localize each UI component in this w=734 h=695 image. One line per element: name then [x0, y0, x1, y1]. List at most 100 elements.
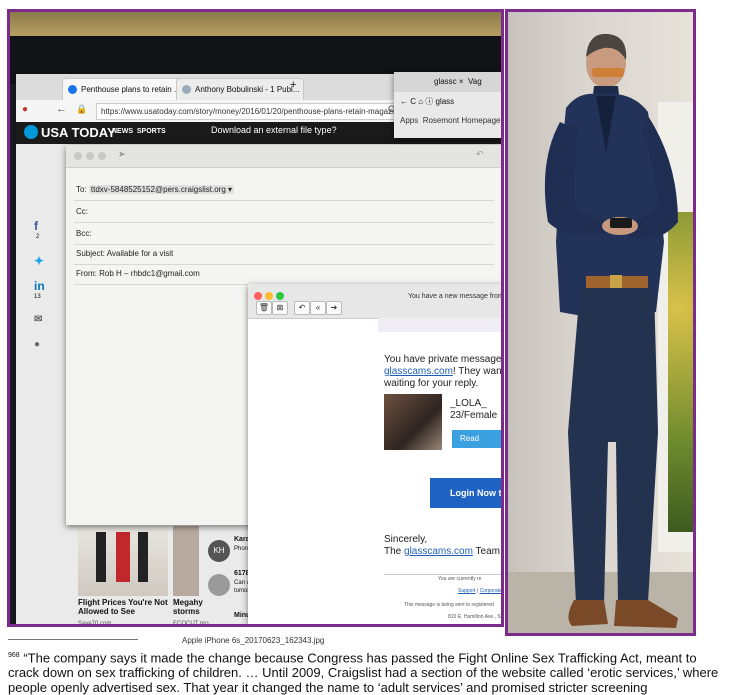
contact-avatar-2 — [208, 574, 230, 596]
fine-print-1: You are currently re — [438, 576, 482, 582]
message-line-2: glasscams.com! They want to g — [384, 366, 504, 377]
footnote-text: “The company says it made the change bec… — [8, 650, 719, 695]
second-browser-window: glassc × Vag ← C ⌂ ⓘ glass Apps Rosemont… — [394, 72, 501, 138]
second-address-bar: ← C ⌂ ⓘ glass — [400, 97, 455, 106]
nav-sports[interactable]: SPORTS — [137, 128, 166, 135]
bookmark-rosemont[interactable]: Rosemont Homepage — [423, 116, 501, 125]
email-icon[interactable]: ✉ — [34, 314, 42, 325]
footnote-rule — [8, 639, 138, 640]
mail-message-window: 🗑 ⊠ ↶ « ➔ You have a new message from Yo… — [248, 284, 504, 624]
ad-headline[interactable]: Flight Prices You're Not Allowed to See — [78, 598, 170, 616]
linkedin-count: 13 — [34, 294, 41, 300]
message-toolbar: 🗑 ⊠ ↶ « ➔ You have a new message from — [248, 284, 501, 319]
forward-icon[interactable]: ➔ — [326, 301, 342, 315]
zoom-light-icon[interactable] — [276, 292, 284, 300]
ad-figure — [96, 532, 106, 582]
facebook-count: 2 — [36, 234, 40, 240]
zoom-light-icon[interactable] — [98, 152, 106, 160]
from-label: From: — [76, 269, 97, 278]
usatoday-dot-icon — [24, 125, 38, 139]
compose-toolbar: ➤ ↶ — [66, 145, 501, 168]
fine-print-2: Support | Corporate — [458, 588, 502, 594]
signature-link[interactable]: glasscams.com — [404, 546, 473, 557]
fine-print-4: 810 E. Hamilton Ave., Si — [448, 614, 502, 620]
tab-label: Anthony Bobulinski - 1 Publ... — [195, 85, 300, 94]
ad-image-2[interactable] — [173, 526, 199, 596]
bookmark-apps[interactable]: Apps — [400, 116, 418, 125]
person-photo — [505, 9, 696, 636]
nav-news[interactable]: NEWS — [112, 128, 133, 135]
ad-source-2: ECOCUT pro — [173, 621, 209, 627]
usatoday-nav: NEWS SPORTS — [112, 128, 166, 135]
photo-caption: Apple iPhone 6s_20170623_162343.jpg — [182, 636, 325, 645]
twitter-icon[interactable]: ✦ — [34, 254, 44, 268]
person-figure — [544, 33, 678, 628]
from-value: Rob H – rhbdc1@gmail.com — [99, 269, 200, 278]
bcc-field[interactable]: Bcc: — [76, 229, 92, 238]
junk-icon[interactable]: ⊠ — [272, 301, 288, 315]
trash-icon[interactable]: 🗑 — [256, 301, 272, 315]
ad-headline-2[interactable]: Megahy storms — [173, 598, 203, 616]
address-bar[interactable]: https://www.usatoday.com/story/money/201… — [96, 103, 402, 120]
tab-favicon-icon — [68, 85, 77, 94]
message-line-2-rest: ! They want to g — [452, 366, 504, 377]
footnote: 968 “The company says it made the change… — [8, 648, 728, 695]
read-message-button[interactable]: Read Messag — [452, 430, 501, 461]
minimize-light-icon[interactable] — [86, 152, 94, 160]
ad-source: Save70.com — [78, 621, 112, 627]
reply-icon[interactable]: ↶ — [476, 149, 484, 160]
from-field[interactable]: From: Rob H – rhbdc1@gmail.com — [76, 269, 200, 278]
lock-icon: 🔒 — [76, 104, 88, 114]
divider — [384, 574, 501, 575]
tab-favicon-icon — [182, 85, 191, 94]
signature-suffix: Team — [475, 546, 500, 557]
profile-photo[interactable] — [384, 394, 442, 450]
login-button[interactable]: Login Now to R — [430, 478, 501, 508]
message-banner — [378, 318, 501, 332]
second-tab-1[interactable]: glassc — [434, 77, 457, 86]
subject-field[interactable]: Subject: Available for a visit — [76, 249, 173, 258]
bookmarks-bar: Apps Rosemont Homepage — [394, 112, 501, 130]
message-body: You have private messages wa glasscams.c… — [248, 318, 504, 624]
close-light-icon[interactable] — [254, 292, 262, 300]
download-prompt: Download an external file type? — [211, 125, 337, 135]
ad-image[interactable] — [78, 526, 168, 596]
support-link[interactable]: Support — [458, 588, 476, 594]
second-tabbar: glassc × Vag — [394, 72, 501, 92]
tab-label: Penthouse plans to retain ... — [81, 85, 181, 94]
minimize-light-icon[interactable] — [265, 292, 273, 300]
new-tab-button[interactable]: + — [290, 79, 296, 91]
divider — [74, 244, 494, 245]
linkedin-icon[interactable]: in — [34, 279, 45, 293]
close-light-icon[interactable] — [74, 152, 82, 160]
divider — [74, 264, 494, 265]
cc-field[interactable]: Cc: — [76, 207, 88, 216]
to-label: To: — [76, 185, 87, 194]
corporate-link[interactable]: Corporate — [480, 588, 501, 594]
second-url[interactable]: glass — [436, 97, 455, 106]
glasscams-link[interactable]: glasscams.com — [384, 366, 453, 377]
screen-photo: Penthouse plans to retain ... Anthony Bo… — [7, 9, 504, 627]
signature: The glasscams.com Team — [384, 546, 500, 557]
to-field[interactable]: To: ttdxv-5848525152@pers.craigslist.org… — [76, 185, 235, 194]
reply-icon[interactable]: ↶ — [294, 301, 310, 315]
subject-label: Subject: — [76, 249, 105, 258]
divider — [74, 222, 494, 223]
second-tab-2[interactable]: Vag — [468, 77, 482, 86]
browser-tab-penthouse[interactable]: Penthouse plans to retain ... — [62, 78, 192, 101]
to-recipient: ttdxv-5848525152@pers.craigslist.org — [90, 185, 226, 194]
back-arrow-icon[interactable]: ← — [56, 103, 67, 115]
to-recipient-chip[interactable]: ttdxv-5848525152@pers.craigslist.org ▾ — [88, 185, 235, 194]
divider — [74, 200, 494, 201]
facebook-icon[interactable]: f — [34, 219, 38, 233]
usatoday-logo[interactable]: USA TODAY — [24, 125, 116, 140]
browser-tab-anthony[interactable]: Anthony Bobulinski - 1 Publ... — [176, 78, 304, 101]
contact-avatar: KH — [208, 540, 230, 562]
subject-value: Available for a visit — [106, 249, 174, 258]
message-line-3: waiting for your reply. — [384, 378, 479, 389]
comment-icon[interactable]: ● — [34, 339, 40, 350]
extension-icon[interactable]: ● — [22, 104, 28, 115]
fine-print-3: This message is being sent to registered — [404, 602, 494, 608]
send-icon[interactable]: ➤ — [118, 149, 126, 160]
reply-all-icon[interactable]: « — [310, 301, 326, 315]
